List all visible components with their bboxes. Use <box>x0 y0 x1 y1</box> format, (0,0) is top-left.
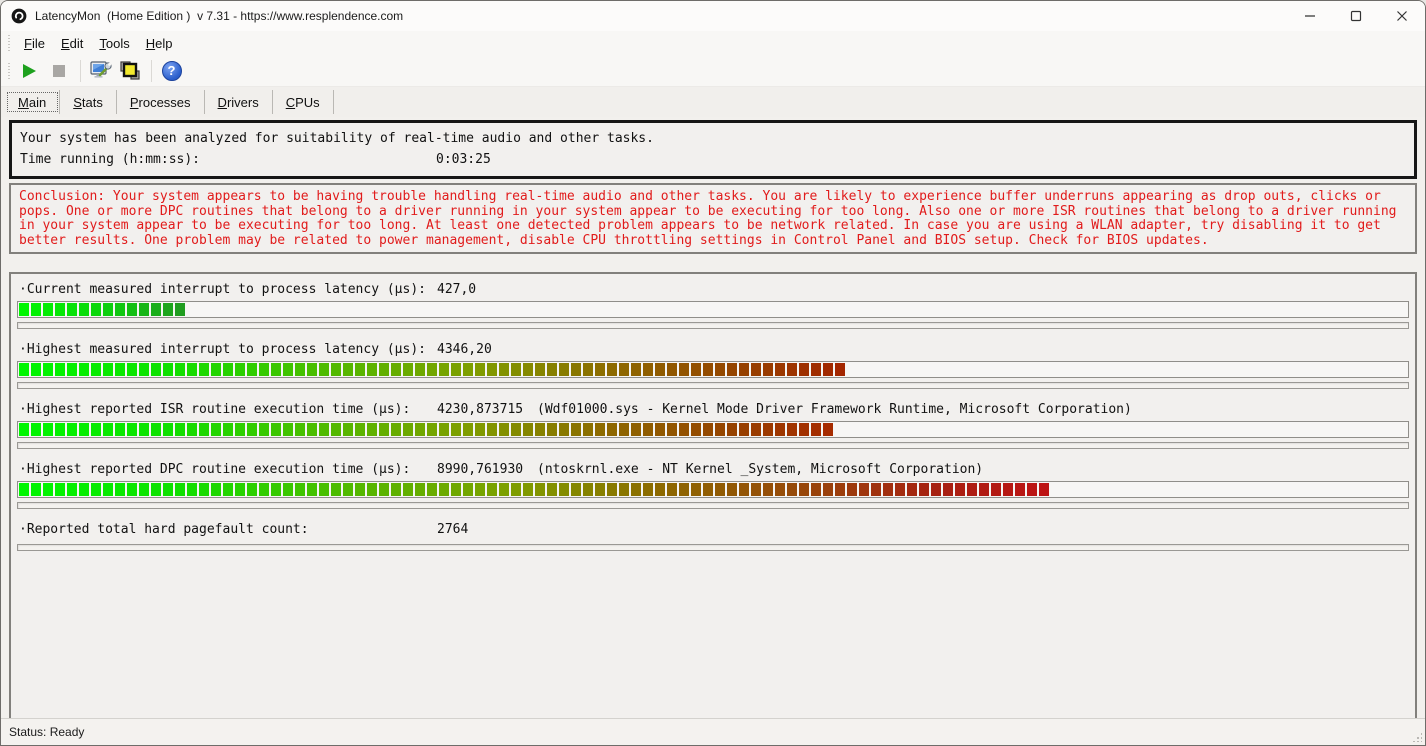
play-icon <box>23 64 36 78</box>
metric-value: 8990,761930 <box>437 460 537 480</box>
analysis-summary-box: Your system has been analyzed for suitab… <box>9 120 1417 179</box>
stop-monitor-button[interactable] <box>45 58 72 84</box>
window-title: LatencyMon (Home Edition ) v 7.31 - http… <box>35 9 403 23</box>
minimize-button[interactable] <box>1287 1 1333 31</box>
stacked-squares-icon <box>118 59 142 83</box>
latency-bar <box>17 421 1409 438</box>
bar-groove <box>17 382 1409 389</box>
metrics-box: ·Current measured interrupt to process l… <box>9 272 1417 724</box>
analysis-line: Your system has been analyzed for suitab… <box>20 128 1406 149</box>
metric-highest-latency: ·Highest measured interrupt to process l… <box>17 340 1409 389</box>
toolbar: ? <box>1 55 1425 87</box>
status-bar: Status: Ready <box>1 718 1425 745</box>
metric-label: ·Highest measured interrupt to process l… <box>19 340 437 360</box>
metric-label: ·Current measured interrupt to process l… <box>19 280 437 300</box>
bar-groove <box>17 442 1409 449</box>
tab-drivers[interactable]: Drivers <box>205 90 273 114</box>
menu-edit[interactable]: Edit <box>53 33 91 54</box>
metric-value: 2764 <box>437 520 537 540</box>
resize-grip-icon[interactable] <box>1412 732 1422 742</box>
stop-icon <box>53 65 65 77</box>
latency-bar <box>17 301 1409 318</box>
metric-extra: (Wdf01000.sys - Kernel Mode Driver Frame… <box>537 402 1132 417</box>
metric-extra: (ntoskrnl.exe - NT Kernel _System, Micro… <box>537 462 983 477</box>
menu-tools[interactable]: Tools <box>91 33 137 54</box>
toolbar-separator <box>80 60 81 82</box>
latency-bar <box>17 361 1409 378</box>
start-monitor-button[interactable] <box>16 58 43 84</box>
help-icon: ? <box>162 61 182 81</box>
bar-groove <box>17 502 1409 509</box>
report-button[interactable] <box>116 58 143 84</box>
latencymon-app-icon <box>11 8 27 24</box>
menu-file[interactable]: File <box>16 33 53 54</box>
status-text: Status: Ready <box>9 725 84 739</box>
metric-value: 427,0 <box>437 280 537 300</box>
title-bar: LatencyMon (Home Edition ) v 7.31 - http… <box>1 1 1425 31</box>
menu-help[interactable]: Help <box>138 33 181 54</box>
conclusion-box: Conclusion: Your system appears to be ha… <box>9 183 1417 254</box>
analyze-options-button[interactable] <box>87 58 114 84</box>
bar-groove <box>17 544 1409 551</box>
latency-bar <box>17 481 1409 498</box>
menubar-gripper[interactable] <box>7 35 12 51</box>
bar-groove <box>17 322 1409 329</box>
metric-label: ·Reported total hard pagefault count: <box>19 520 437 540</box>
computer-wrench-icon <box>89 59 113 83</box>
metric-value: 4346,20 <box>437 340 537 360</box>
metric-label: ·Highest reported ISR routine execution … <box>19 400 437 420</box>
toolbar-separator <box>151 60 152 82</box>
metric-pagefault-count: ·Reported total hard pagefault count:276… <box>17 520 1409 551</box>
time-running-line: Time running (h:mm:ss):0:03:25 <box>20 149 1406 170</box>
toolbar-gripper[interactable] <box>7 63 12 79</box>
time-running-label: Time running (h:mm:ss): <box>20 149 436 170</box>
metric-value: 4230,873715 <box>437 400 537 420</box>
tab-main[interactable]: Main <box>5 90 60 114</box>
maximize-button[interactable] <box>1333 1 1379 31</box>
metric-current-latency: ·Current measured interrupt to process l… <box>17 280 1409 329</box>
menu-bar: File Edit Tools Help <box>1 31 1425 55</box>
metric-label: ·Highest reported DPC routine execution … <box>19 460 437 480</box>
help-button[interactable]: ? <box>158 58 185 84</box>
tab-cpus[interactable]: CPUs <box>273 90 334 114</box>
close-button[interactable] <box>1379 1 1425 31</box>
metric-dpc-time: ·Highest reported DPC routine execution … <box>17 460 1409 509</box>
tab-processes[interactable]: Processes <box>117 90 205 114</box>
tab-bar: Main Stats Processes Drivers CPUs <box>1 87 1425 117</box>
tab-stats[interactable]: Stats <box>60 90 117 114</box>
latencymon-window: LatencyMon (Home Edition ) v 7.31 - http… <box>0 0 1426 746</box>
metric-isr-time: ·Highest reported ISR routine execution … <box>17 400 1409 449</box>
time-running-value: 0:03:25 <box>436 152 491 167</box>
main-panel: Your system has been analyzed for suitab… <box>1 117 1425 724</box>
conclusion-text: Conclusion: Your system appears to be ha… <box>19 190 1407 248</box>
